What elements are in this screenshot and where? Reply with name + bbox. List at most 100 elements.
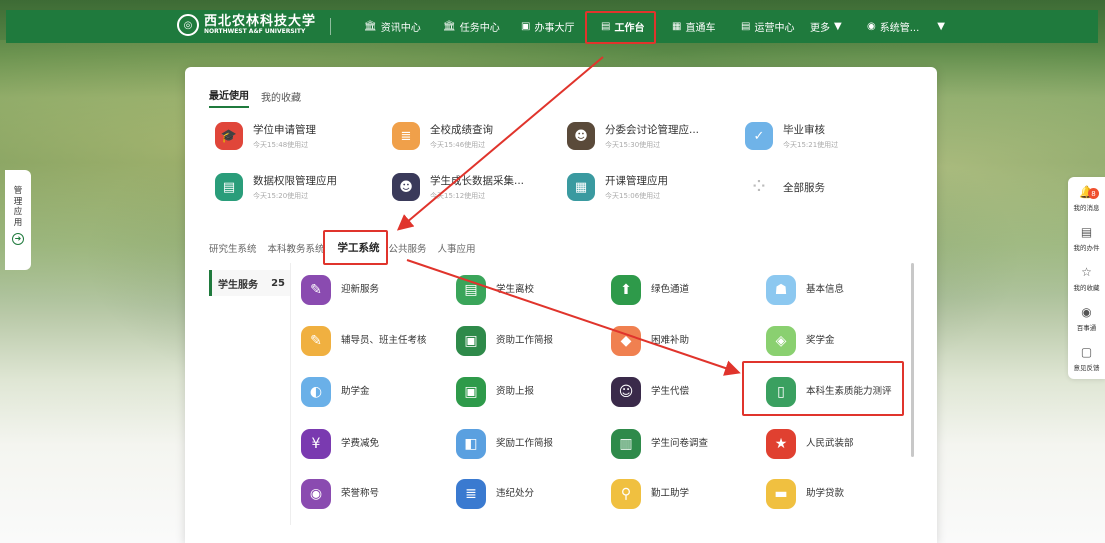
service-label: 绿色通道 [651,284,690,296]
service-aid-report[interactable]: ▣ 资助上报 [456,377,591,407]
my-messages[interactable]: 🔔 我的消息 8 [1068,185,1105,212]
nav-news-center[interactable]: 🏛 资讯中心 [364,10,421,43]
category-student-services[interactable]: 学生服务 25 [209,270,291,296]
service-icon: ◉ [301,479,331,509]
help-desk[interactable]: ◉ 百事通 [1068,305,1105,332]
nav-label: 直通车 [685,23,716,34]
quick-label: 我的收藏 [1073,284,1100,292]
user-circle-icon: ◉ [867,21,876,32]
recent-app-data-permission[interactable]: ▤ 数据权限管理应用 今天15:20使用过 [215,173,337,201]
chevron-down-icon: ▼ [834,21,842,32]
my-favorites[interactable]: ☆ 我的收藏 [1068,265,1105,292]
service-label: 奖学金 [806,335,835,347]
document-icon: ▤ [1080,225,1093,239]
nav-more[interactable]: 更多 ▼ [810,10,842,43]
recent-title: 全部服务 [783,181,825,194]
my-tasks[interactable]: ▤ 我的办件 [1068,225,1105,252]
nav-divider [330,18,331,35]
user-menu[interactable]: ◉ 系统管... ▼ [867,10,945,43]
service-aid-work-report[interactable]: ▣ 资助工作简报 [456,326,591,356]
recent-title: 开课管理应用 [605,175,668,187]
service-label: 勤工助学 [651,488,690,500]
recent-subtitle: 今天15:06使用过 [605,192,661,200]
service-work-study[interactable]: ⚲ 勤工助学 [611,479,746,509]
quick-label: 我的消息 [1073,204,1100,212]
service-icon: ▬ [766,479,796,509]
service-tuition-reduction[interactable]: ¥ 学费减免 [301,429,436,459]
service-grant[interactable]: ◐ 助学金 [301,377,436,407]
service-icon: ▣ [456,377,486,407]
recent-subtitle: 今天15:21使用过 [783,141,839,149]
recent-app-course-management[interactable]: ▦ 开课管理应用今天15:06使用过 [567,173,668,201]
service-peoples-armed-forces[interactable]: ★ 人民武装部 [766,429,901,459]
all-services-link[interactable]: ⁘ 全部服务 [745,173,825,201]
emblem-icon: ◎ [177,14,199,36]
service-scholarship[interactable]: ◈ 奖学金 [766,326,901,356]
message-badge: 8 [1088,188,1099,199]
recent-app-degree-application[interactable]: 🎓 学位申请管理 今天15:48使用过 [215,122,316,150]
feedback[interactable]: ▢ 意见反馈 [1068,345,1105,372]
service-discipline-punishment[interactable]: ≣ 违纪处分 [456,479,591,509]
recent-subtitle: 今天15:12使用过 [430,192,486,200]
service-award-work-report[interactable]: ◧ 奖励工作简报 [456,429,591,459]
tab-hr-apps[interactable]: 人事应用 [438,241,476,255]
chart-icon: ▤ [215,173,243,201]
service-basic-info[interactable]: ☗ 基本信息 [766,275,901,305]
nav-label: 任务中心 [459,23,500,34]
service-student-compensation[interactable]: ☺ 学生代偿 [611,377,746,407]
recent-app-student-growth-data[interactable]: ☻ 学生成长数据采集... 今天15:12使用过 [392,173,524,201]
quick-label: 我的办件 [1073,244,1100,252]
service-label: 困难补助 [651,335,690,347]
service-label: 学生代偿 [651,386,690,398]
service-welcome-service[interactable]: ✎ 迎新服务 [301,275,436,305]
tab-graduate-system[interactable]: 研究生系统 [209,241,257,255]
scrollbar[interactable] [911,263,914,457]
tab-favorites[interactable]: 我的收藏 [261,89,301,108]
service-student-survey[interactable]: ▥ 学生问卷调查 [611,429,746,459]
star-icon: ☆ [1081,265,1092,279]
recent-subtitle: 今天15:20使用过 [253,192,309,200]
nav-express[interactable]: ▦ 直通车 [672,10,715,43]
recent-app-committee-discussion[interactable]: ☻ 分委会讨论管理应... 今天15:30使用过 [567,122,699,150]
service-counselor-assessment[interactable]: ✎ 辅导员、班主任考核 [301,326,436,356]
service-label: 辅导员、班主任考核 [341,335,427,347]
person-avatar-icon: ☻ [392,173,420,201]
service-green-channel[interactable]: ⬆ 绿色通道 [611,275,746,305]
nav-operations-center[interactable]: ▤ 运营中心 [741,10,794,43]
service-honorary-title[interactable]: ◉ 荣誉称号 [301,479,436,509]
university-logo[interactable]: ◎ 西北农林科技大学 NORTHWEST A&F UNIVERSITY [177,14,316,36]
building-icon: 🏛 [443,21,456,32]
tab-recent[interactable]: 最近使用 [209,87,249,108]
service-label: 资助工作简报 [496,335,554,347]
logo-english-name: NORTHWEST A&F UNIVERSITY [204,28,306,35]
headset-icon: ◉ [1081,305,1092,319]
recent-title: 全校成绩查询 [430,124,493,136]
nav-label: 办事大厅 [534,23,575,34]
graduation-cap-icon: 🎓 [215,122,243,150]
quick-label: 百事通 [1076,324,1097,332]
nav-task-center[interactable]: 🏛 任务中心 [443,10,500,43]
nav-label: 更多 [810,23,830,34]
service-student-departure[interactable]: ▤ 学生离校 [456,275,591,305]
nav-service-hall[interactable]: ▣ 办事大厅 [521,10,574,43]
person-avatar-icon: ☻ [567,122,595,150]
service-hardship-subsidy[interactable]: ◆ 困难补助 [611,326,746,356]
tab-char: 理 [13,196,23,207]
calendar-icon: ▦ [567,173,595,201]
grid-four-circles-icon: ⁘ [745,173,773,201]
service-label: 人民武装部 [806,438,854,450]
manage-apps-tab[interactable]: 管 理 应 用 ➜ [5,170,31,270]
tab-public-services[interactable]: 公共服务 [389,241,427,255]
nav-label: 资讯中心 [380,23,421,34]
recent-app-grade-query[interactable]: ≣ 全校成绩查询 今天15:46使用过 [392,122,493,150]
recent-app-graduation-review[interactable]: ✓ 毕业审核 今天15:21使用过 [745,122,838,150]
recent-title: 学位申请管理 [253,124,316,136]
quick-label: 意见反馈 [1073,364,1100,372]
service-student-loan[interactable]: ▬ 助学贷款 [766,479,901,509]
service-label: 资助上报 [496,386,535,398]
tab-char: 管 [13,186,23,196]
category-label: 学生服务 [218,279,258,291]
tab-undergrad-system[interactable]: 本科教务系统 [268,241,325,255]
service-label: 违纪处分 [496,488,535,500]
recent-title: 学生成长数据采集... [430,175,525,187]
